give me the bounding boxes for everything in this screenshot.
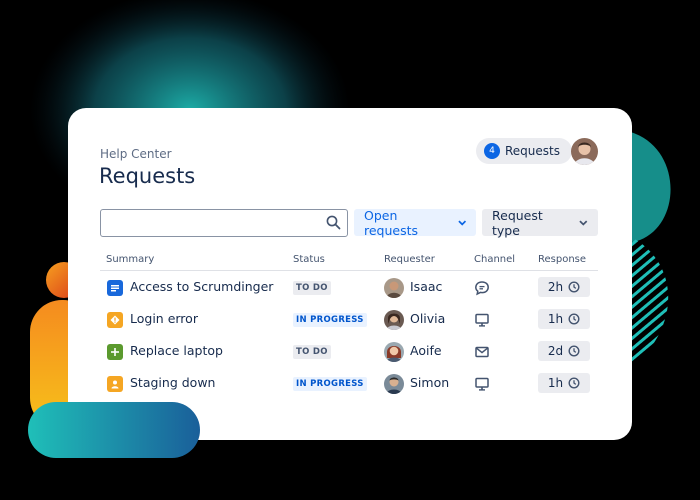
teal-base-shape — [28, 402, 200, 458]
foreground-artwork — [28, 402, 200, 458]
